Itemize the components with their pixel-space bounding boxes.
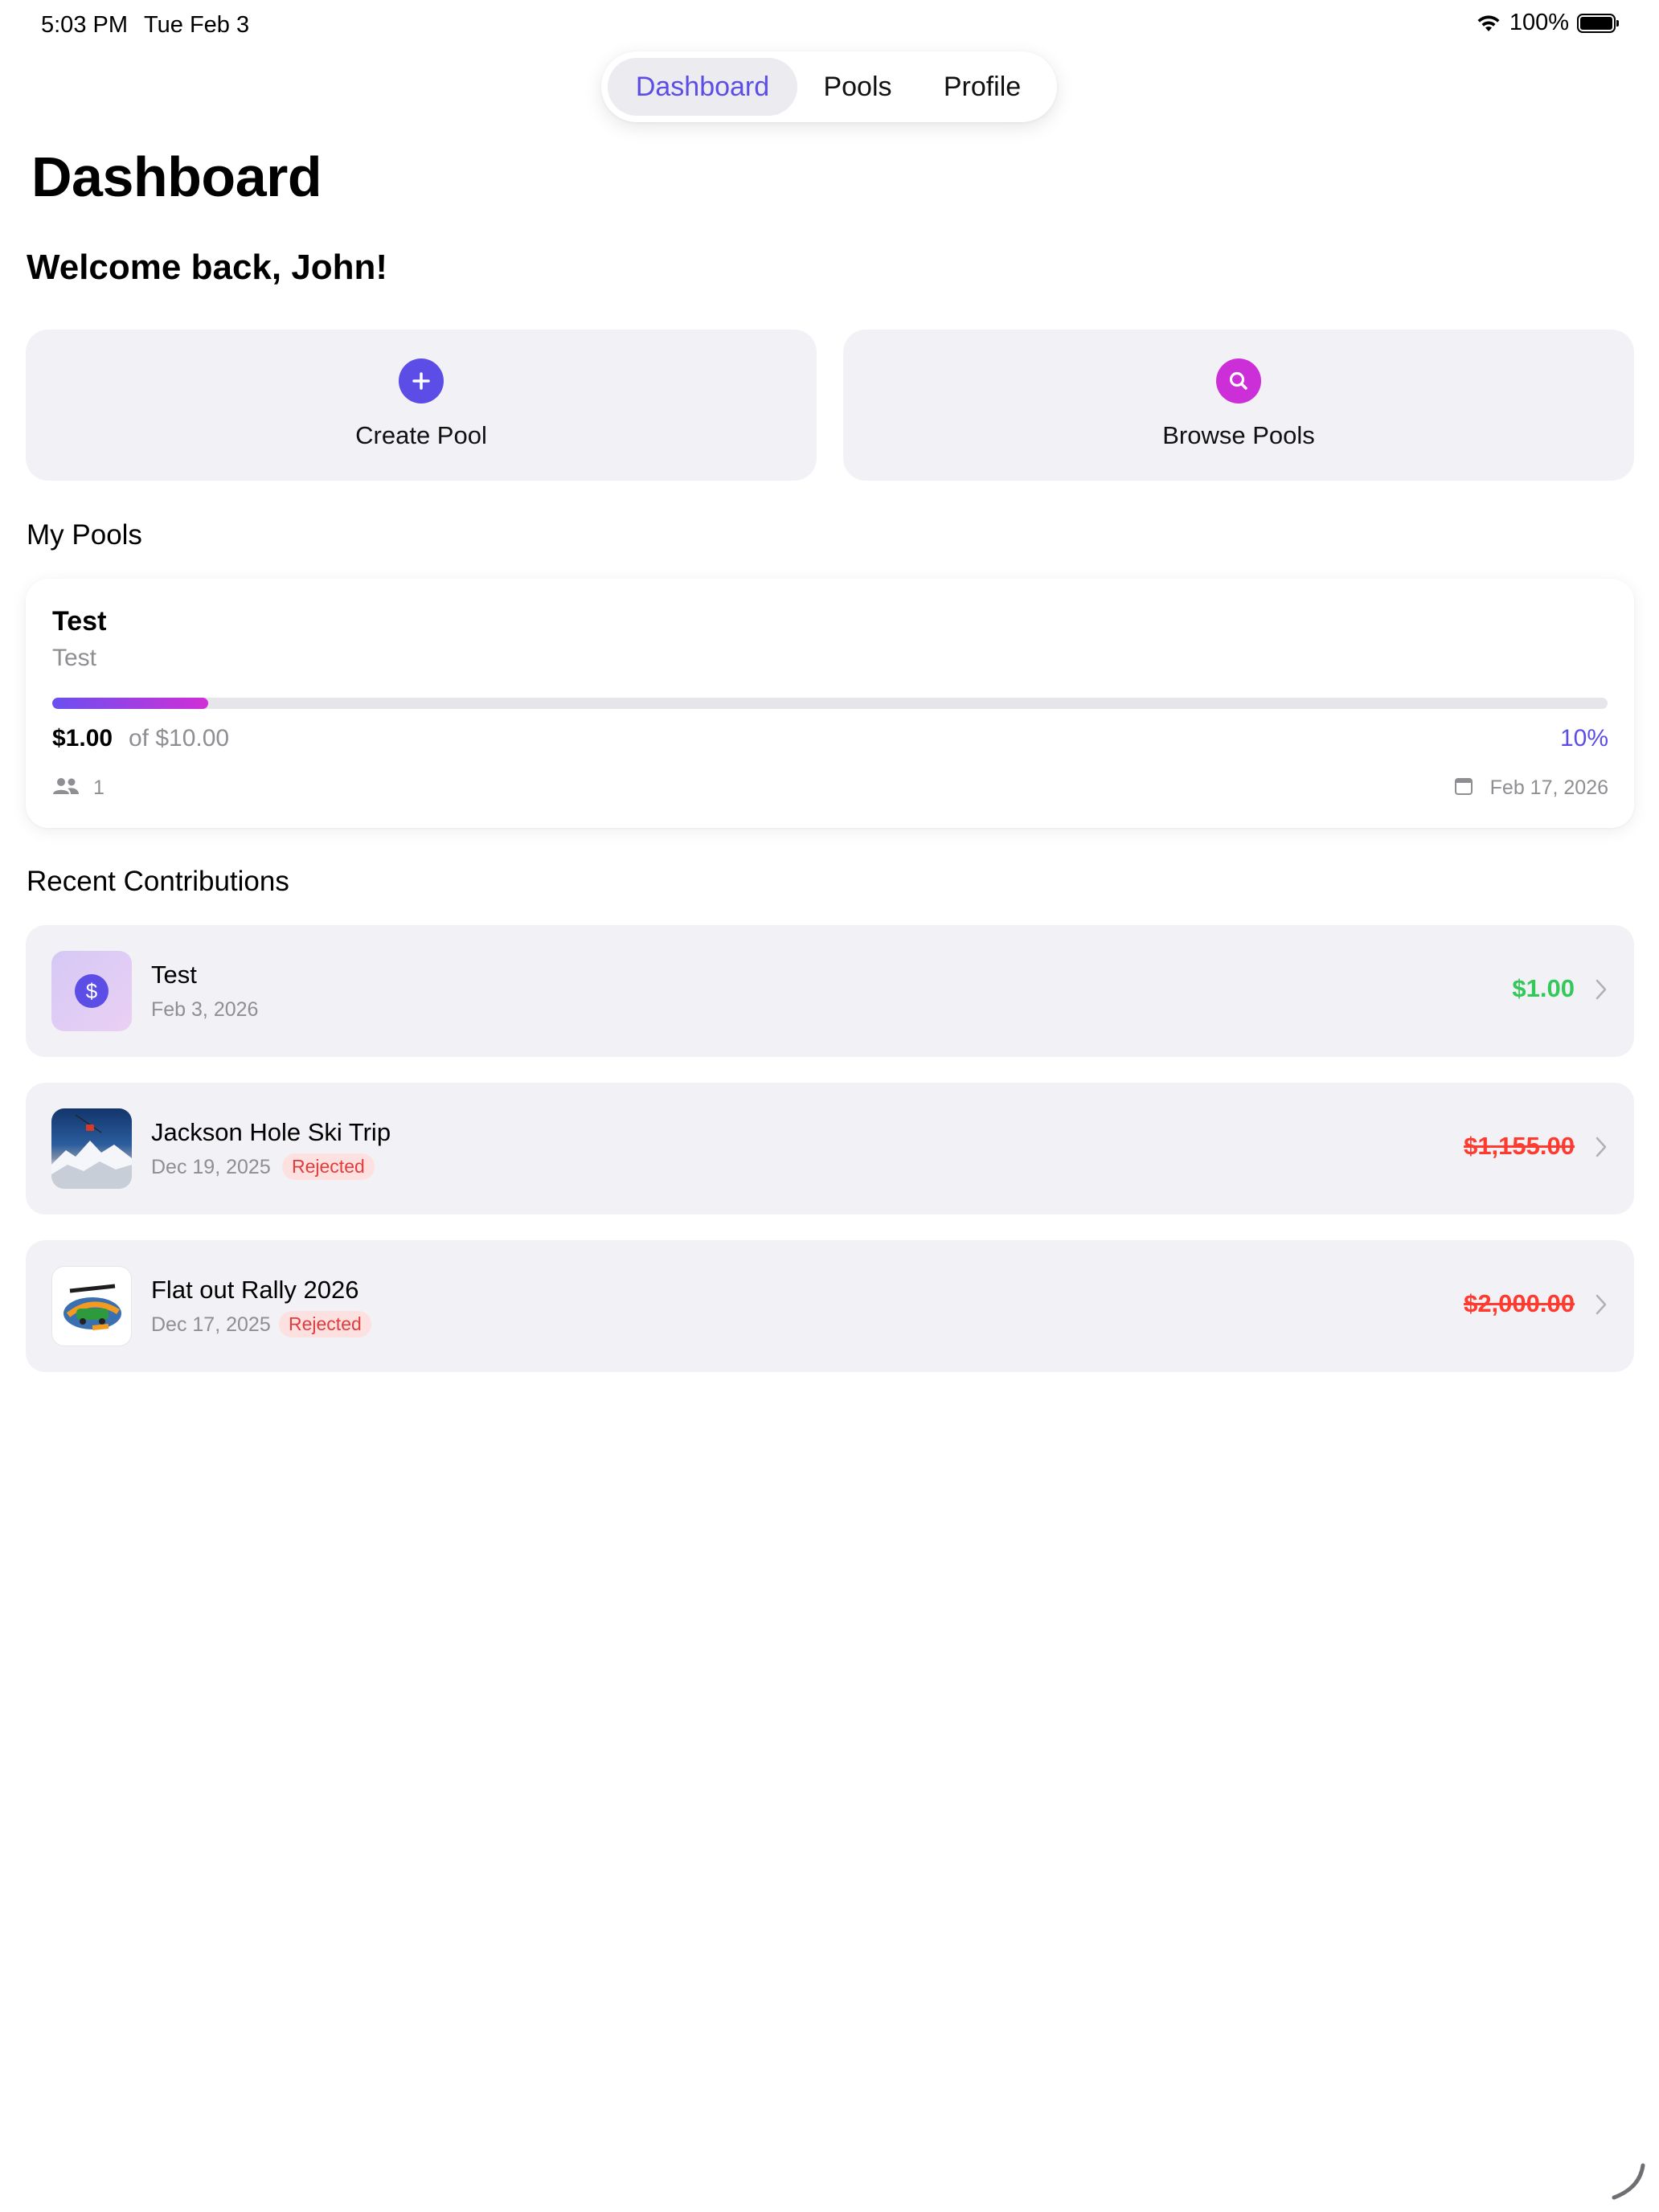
status-time: 5:03 PM bbox=[41, 12, 128, 38]
contribution-row[interactable]: $ Test Feb 3, 2026 $1.00 bbox=[26, 925, 1634, 1057]
status-badge: Rejected bbox=[282, 1153, 375, 1180]
pool-progress-bar bbox=[52, 698, 1608, 709]
pool-member-count: 1 bbox=[93, 776, 104, 799]
status-badge: Rejected bbox=[279, 1311, 371, 1337]
create-pool-button[interactable]: Create Pool bbox=[26, 330, 817, 481]
my-pools-heading: My Pools bbox=[27, 519, 142, 551]
contribution-title: Test bbox=[151, 961, 197, 989]
status-bar: 5:03 PM Tue Feb 3 100% bbox=[0, 0, 1659, 51]
contribution-amount: $1.00 bbox=[1512, 974, 1575, 1002]
people-icon bbox=[53, 778, 79, 794]
contribution-row[interactable]: Flat out Rally 2026 Dec 17, 2025 Rejecte… bbox=[26, 1240, 1634, 1372]
pool-progress-fill bbox=[52, 698, 208, 709]
rally-logo bbox=[51, 1266, 132, 1346]
chevron-right-icon bbox=[1596, 979, 1607, 1000]
pool-description: Test bbox=[52, 645, 97, 671]
pool-card[interactable]: Test Test $1.00 of $10.00 10% 1 Feb 17, … bbox=[26, 579, 1634, 828]
contribution-amount: $2,000.00 bbox=[1464, 1289, 1575, 1317]
dollar-icon: $ bbox=[51, 951, 132, 1031]
tab-pools[interactable]: Pools bbox=[797, 58, 918, 116]
welcome-message: Welcome back, John! bbox=[27, 248, 388, 287]
tab-profile[interactable]: Profile bbox=[918, 58, 1047, 116]
pool-goal-amount: of $10.00 bbox=[129, 725, 230, 752]
pool-raised-amount: $1.00 bbox=[52, 725, 113, 752]
contribution-title: Flat out Rally 2026 bbox=[151, 1276, 359, 1304]
top-tab-bar: Dashboard Pools Profile bbox=[601, 51, 1057, 122]
resize-handle-icon[interactable] bbox=[1608, 2161, 1648, 2201]
calendar-icon bbox=[1455, 778, 1473, 795]
tab-dashboard[interactable]: Dashboard bbox=[608, 58, 797, 116]
contribution-amount: $1,155.00 bbox=[1464, 1132, 1575, 1160]
pool-end-date: Feb 17, 2026 bbox=[1489, 776, 1608, 799]
page-title: Dashboard bbox=[31, 145, 322, 208]
pool-name: Test bbox=[52, 606, 107, 637]
status-indicators: 100% bbox=[1476, 10, 1619, 36]
status-date: Tue Feb 3 bbox=[144, 12, 250, 38]
search-icon bbox=[1216, 358, 1261, 403]
battery-icon bbox=[1577, 13, 1619, 33]
wifi-icon bbox=[1477, 14, 1500, 31]
contribution-row[interactable]: Jackson Hole Ski Trip Dec 19, 2025 Rejec… bbox=[26, 1083, 1634, 1215]
contribution-title: Jackson Hole Ski Trip bbox=[151, 1118, 391, 1146]
recent-contributions-heading: Recent Contributions bbox=[27, 866, 289, 897]
chevron-right-icon bbox=[1596, 1294, 1607, 1315]
pool-percent: 10% bbox=[1559, 725, 1608, 752]
browse-pools-label: Browse Pools bbox=[1162, 421, 1315, 449]
contribution-date: Feb 3, 2026 bbox=[151, 998, 259, 1021]
plus-icon bbox=[399, 358, 444, 403]
create-pool-label: Create Pool bbox=[355, 421, 487, 449]
contribution-date: Dec 19, 2025 bbox=[151, 1156, 271, 1178]
battery-percent: 100% bbox=[1509, 10, 1569, 35]
contribution-date: Dec 17, 2025 bbox=[151, 1313, 271, 1336]
chevron-right-icon bbox=[1596, 1137, 1607, 1157]
browse-pools-button[interactable]: Browse Pools bbox=[843, 330, 1634, 481]
ski-trip-thumbnail bbox=[51, 1108, 132, 1189]
